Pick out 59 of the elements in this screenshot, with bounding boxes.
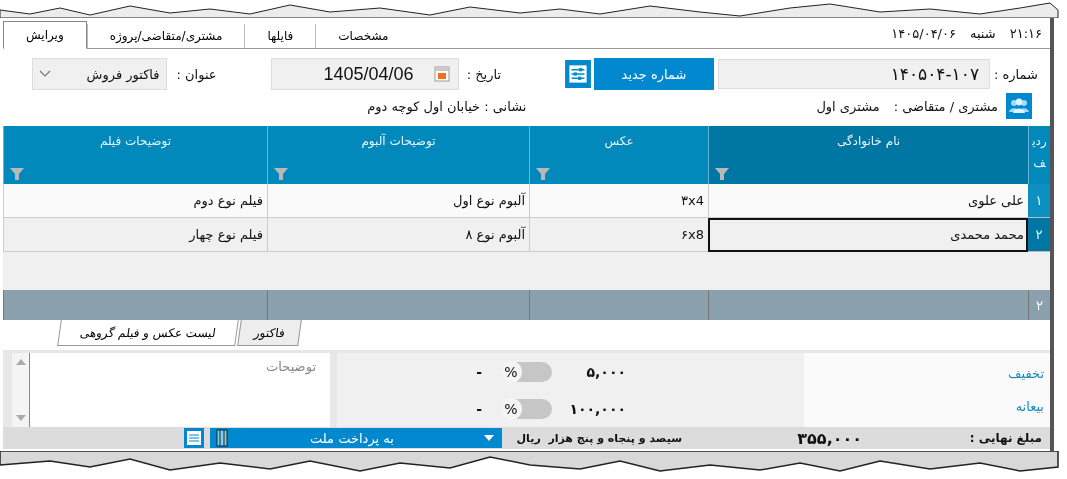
amount-value: ۱۰۰,۰۰۰ <box>568 400 626 417</box>
tab[interactable]: فاکتور <box>237 320 302 346</box>
payment-dropdown[interactable]: به پرداخت ملت <box>210 428 502 448</box>
number-field[interactable]: ۱۴۰۵۰۴-۱۰۷ <box>718 59 990 89</box>
amount-in-words: سیصد و پنجاه و پنج هزار ریال <box>515 431 682 445</box>
filter-icon[interactable] <box>10 168 24 180</box>
final-amount-value: ۳۵۵,۰۰۰ <box>796 428 862 448</box>
date-field[interactable]: 1405/04/06 <box>270 58 459 90</box>
adjustment-link[interactable]: بیعانه <box>810 399 1044 414</box>
filter-icon[interactable] <box>274 168 288 180</box>
title-label: عنوان : <box>175 66 218 82</box>
settings-icon[interactable] <box>565 60 591 88</box>
new-number-button[interactable]: شماره جدید <box>594 58 714 90</box>
column-header[interactable]: توضیحات فیلم <box>3 126 267 184</box>
table-cell: علی علوی <box>708 184 1028 218</box>
table-cell: فیلم نوع دوم <box>3 184 267 218</box>
table-cell: ۳x4 <box>529 184 708 218</box>
customer-value: مشتری اول <box>816 98 880 114</box>
dash-label: - <box>475 363 483 380</box>
caret-down-icon[interactable] <box>484 435 494 441</box>
scroll-down-icon[interactable] <box>15 415 26 421</box>
table-cell: محمد محمدی <box>708 218 1028 252</box>
column-header[interactable]: توضیحات آلبوم <box>267 126 529 184</box>
column-header[interactable]: نام خانوادگی <box>708 126 1028 184</box>
percent-toggle[interactable]: % <box>500 361 552 382</box>
calendar-icon[interactable] <box>433 66 450 82</box>
day-label: شنبه <box>969 25 996 41</box>
date-label: تاریخ : <box>465 66 502 82</box>
table-cell: فیلم نوع چهار <box>3 218 267 252</box>
table-cell: آلبوم نوع اول <box>267 184 529 218</box>
time-label: ۲۱:۱۶ <box>1009 25 1042 41</box>
customer-label: مشتری / متقاضی : <box>892 98 999 114</box>
row-count: ۲ <box>1028 290 1050 320</box>
row-number-cell[interactable]: ۲ <box>1028 218 1050 252</box>
adjustment-link[interactable]: تخفیف <box>810 366 1044 381</box>
table-cell: ۶x8 <box>529 218 708 252</box>
scroll-up-icon[interactable] <box>15 359 26 365</box>
settings-icon[interactable] <box>184 428 204 448</box>
tab[interactable]: ویرایش <box>3 21 87 49</box>
percent-toggle[interactable]: % <box>500 398 552 419</box>
filter-icon[interactable] <box>715 168 729 180</box>
tab[interactable]: لیست عکس و فیلم گروهی <box>56 320 239 346</box>
scrollbar[interactable] <box>12 353 30 427</box>
tab[interactable]: مشخصات <box>315 24 411 48</box>
number-label: شماره : <box>993 66 1039 82</box>
dash-label: - <box>475 400 483 417</box>
filter-icon[interactable] <box>536 168 550 180</box>
date-label: ۱۴۰۵/۰۴/۰۶ <box>891 25 956 41</box>
column-header: ردیف <box>1028 126 1050 184</box>
row-number-cell[interactable]: ۱ <box>1028 184 1050 218</box>
column-header[interactable]: عکس <box>529 126 708 184</box>
final-amount-label: مبلغ نهایی : <box>968 431 1042 445</box>
address-text: نشانی : خیابان اول کوچه دوم <box>367 98 527 114</box>
people-icon[interactable] <box>1006 93 1032 119</box>
chevron-down-icon[interactable] <box>38 70 51 78</box>
table-cell: آلبوم نوع ۸ <box>267 218 529 252</box>
tab[interactable]: فایلها <box>244 24 316 48</box>
title-dropdown[interactable]: فاکتور فروش <box>31 58 167 90</box>
amount-value: ۵,۰۰۰ <box>585 363 626 380</box>
